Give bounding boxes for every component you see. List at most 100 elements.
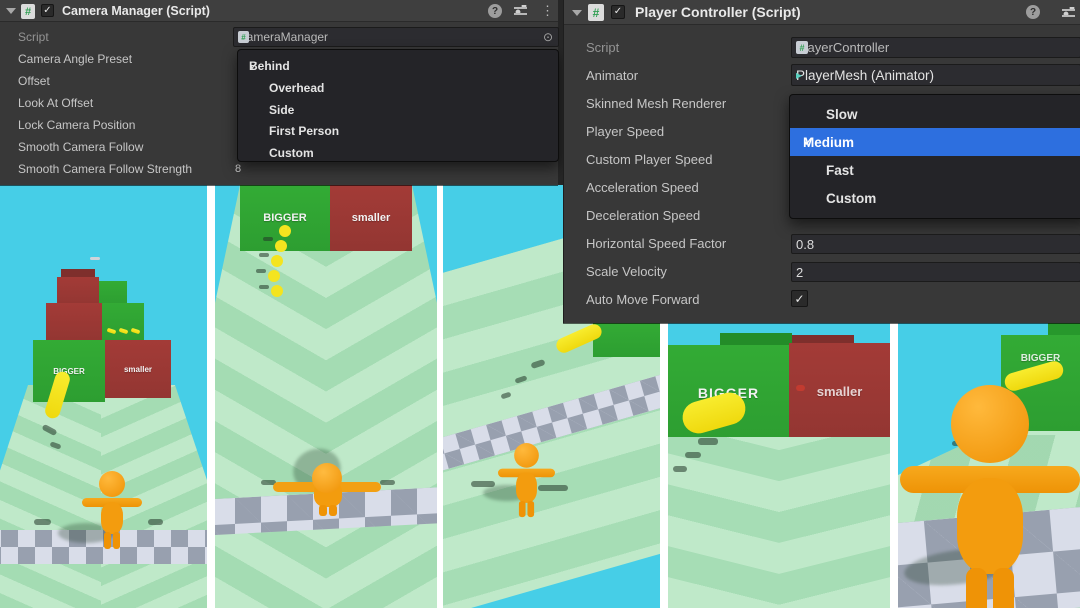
player-leg bbox=[319, 505, 327, 516]
menu-item-medium[interactable]: ✓ Medium bbox=[790, 128, 1080, 156]
script-field-value: PlayerController bbox=[796, 40, 890, 55]
property-label: Camera Angle Preset bbox=[18, 52, 133, 66]
hand-shadow bbox=[148, 519, 163, 525]
check-icon: ✓ bbox=[613, 6, 623, 17]
player-leg bbox=[993, 568, 1014, 608]
help-icon[interactable]: ? bbox=[488, 4, 502, 18]
player-body bbox=[957, 478, 1023, 574]
panel-title: Player Controller (Script) bbox=[635, 4, 801, 20]
object-picker-icon[interactable]: ⊙ bbox=[543, 30, 553, 44]
menu-item-first-person[interactable]: First Person bbox=[238, 120, 558, 141]
player-leg bbox=[966, 568, 987, 608]
hand-shadow bbox=[34, 519, 51, 525]
road-stripes-left bbox=[668, 437, 779, 608]
flag-dash bbox=[90, 257, 100, 260]
player-head bbox=[951, 385, 1029, 463]
help-glyph: ? bbox=[1029, 6, 1037, 18]
menu-item-side[interactable]: Side bbox=[238, 99, 558, 120]
player-body bbox=[516, 472, 537, 503]
gate-smaller: smaller bbox=[105, 340, 171, 398]
road bbox=[668, 437, 890, 608]
player-leg bbox=[518, 500, 526, 518]
strength-value[interactable]: 8 bbox=[235, 163, 241, 175]
property-label: Skinned Mesh Renderer bbox=[586, 96, 727, 111]
presets-icon[interactable] bbox=[1062, 7, 1075, 18]
gate-row3-left bbox=[57, 277, 99, 305]
trail-shadow bbox=[673, 466, 687, 472]
auto-move-forward-checkbox[interactable]: ✓ bbox=[791, 290, 808, 307]
script-field-value: CameraManager bbox=[238, 30, 329, 44]
player-head bbox=[312, 463, 342, 493]
property-label: Auto Move Forward bbox=[586, 292, 700, 307]
player-controller-panel: # ✓ Player Controller (Script) ? Script … bbox=[563, 0, 1080, 323]
property-label: Horizontal Speed Factor bbox=[586, 236, 727, 251]
foldout-icon[interactable] bbox=[6, 8, 16, 14]
presets-icon[interactable] bbox=[514, 5, 527, 16]
player-leg bbox=[113, 532, 120, 549]
player-leg bbox=[329, 505, 337, 516]
menu-item-label: Custom bbox=[269, 145, 314, 160]
player-character bbox=[82, 471, 142, 551]
player-leg bbox=[104, 532, 111, 549]
player-character bbox=[498, 443, 555, 519]
trail-shadow bbox=[698, 438, 718, 445]
property-label: Look At Offset bbox=[18, 96, 94, 110]
player-head bbox=[99, 471, 125, 497]
property-label: Animator bbox=[586, 68, 639, 83]
gate-bigger: BIGGER bbox=[33, 340, 105, 402]
script-object-field[interactable]: # PlayerController bbox=[791, 37, 1080, 58]
hand-shadow bbox=[471, 481, 495, 487]
field-value: 0.8 bbox=[796, 236, 815, 252]
hash-glyph: # bbox=[241, 32, 246, 42]
animator-object-field[interactable]: ▸ PlayerMesh (Animator) bbox=[791, 64, 1080, 86]
property-label: Deceleration Speed bbox=[586, 208, 701, 223]
property-label: Lock Camera Position bbox=[18, 118, 136, 132]
hash-glyph: # bbox=[799, 42, 805, 53]
menu-item-fast[interactable]: Fast bbox=[790, 156, 1080, 184]
player-speed-dropdown: Slow ✓ Medium Fast Custom bbox=[789, 94, 1080, 219]
foldout-icon[interactable] bbox=[572, 10, 582, 16]
animator-field-value: PlayerMesh (Animator) bbox=[796, 67, 935, 83]
hash-glyph: # bbox=[24, 5, 32, 18]
player-controller-header[interactable]: # ✓ Player Controller (Script) ? bbox=[564, 0, 1080, 25]
camera-manager-panel: # ✓ Camera Manager (Script) ? ⋮ Script C… bbox=[0, 0, 559, 185]
script-file-icon: # bbox=[238, 31, 249, 43]
gate-row3-right bbox=[99, 281, 127, 305]
menu-item-slow[interactable]: Slow bbox=[790, 100, 1080, 128]
menu-item-overhead[interactable]: Overhead bbox=[238, 77, 558, 98]
component-enabled-checkbox[interactable]: ✓ bbox=[611, 5, 625, 19]
gate-row2-right bbox=[102, 303, 144, 341]
script-object-field[interactable]: # CameraManager ⊙ bbox=[233, 27, 559, 47]
player-character-closeup bbox=[900, 385, 1080, 608]
unity-editor-screenshot: BIGGER smaller BIGGER smaller smaller BI… bbox=[0, 0, 1080, 608]
property-label: Acceleration Speed bbox=[586, 180, 699, 195]
component-enabled-checkbox[interactable]: ✓ bbox=[41, 4, 54, 17]
property-label: Smooth Camera Follow bbox=[18, 140, 144, 154]
menu-item-behind[interactable]: ✓ Behind bbox=[238, 55, 558, 76]
scale-velocity-field[interactable]: 2 bbox=[791, 262, 1080, 282]
player-body bbox=[101, 502, 123, 534]
hash-glyph: # bbox=[592, 5, 600, 20]
property-label: Offset bbox=[18, 74, 50, 88]
check-icon: ✓ bbox=[803, 134, 815, 149]
help-icon[interactable]: ? bbox=[1026, 5, 1040, 19]
menu-item-custom[interactable]: Custom bbox=[790, 184, 1080, 212]
animator-icon: ▸ bbox=[796, 68, 803, 82]
check-icon: ✓ bbox=[249, 58, 260, 73]
horizontal-speed-factor-field[interactable]: 0.8 bbox=[791, 234, 1080, 254]
player-character-topdown bbox=[215, 185, 437, 608]
menu-item-label: First Person bbox=[269, 123, 340, 138]
gate-row2-left bbox=[46, 303, 102, 341]
property-label: Smooth Camera Follow Strength bbox=[18, 162, 193, 176]
menu-item-custom[interactable]: Custom bbox=[238, 142, 558, 161]
check-icon: ✓ bbox=[794, 291, 805, 306]
kebab-menu-icon[interactable]: ⋮ bbox=[541, 4, 554, 17]
menu-item-label: Custom bbox=[826, 190, 877, 206]
camera-manager-header[interactable]: # ✓ Camera Manager (Script) ? ⋮ bbox=[0, 0, 558, 22]
road-stripes-right bbox=[779, 437, 890, 608]
gate-label-smaller: smaller bbox=[816, 384, 863, 399]
trail-shadow bbox=[685, 452, 701, 458]
property-label: Scale Velocity bbox=[586, 264, 667, 279]
help-glyph: ? bbox=[491, 5, 499, 17]
menu-item-label: Overhead bbox=[269, 80, 325, 95]
